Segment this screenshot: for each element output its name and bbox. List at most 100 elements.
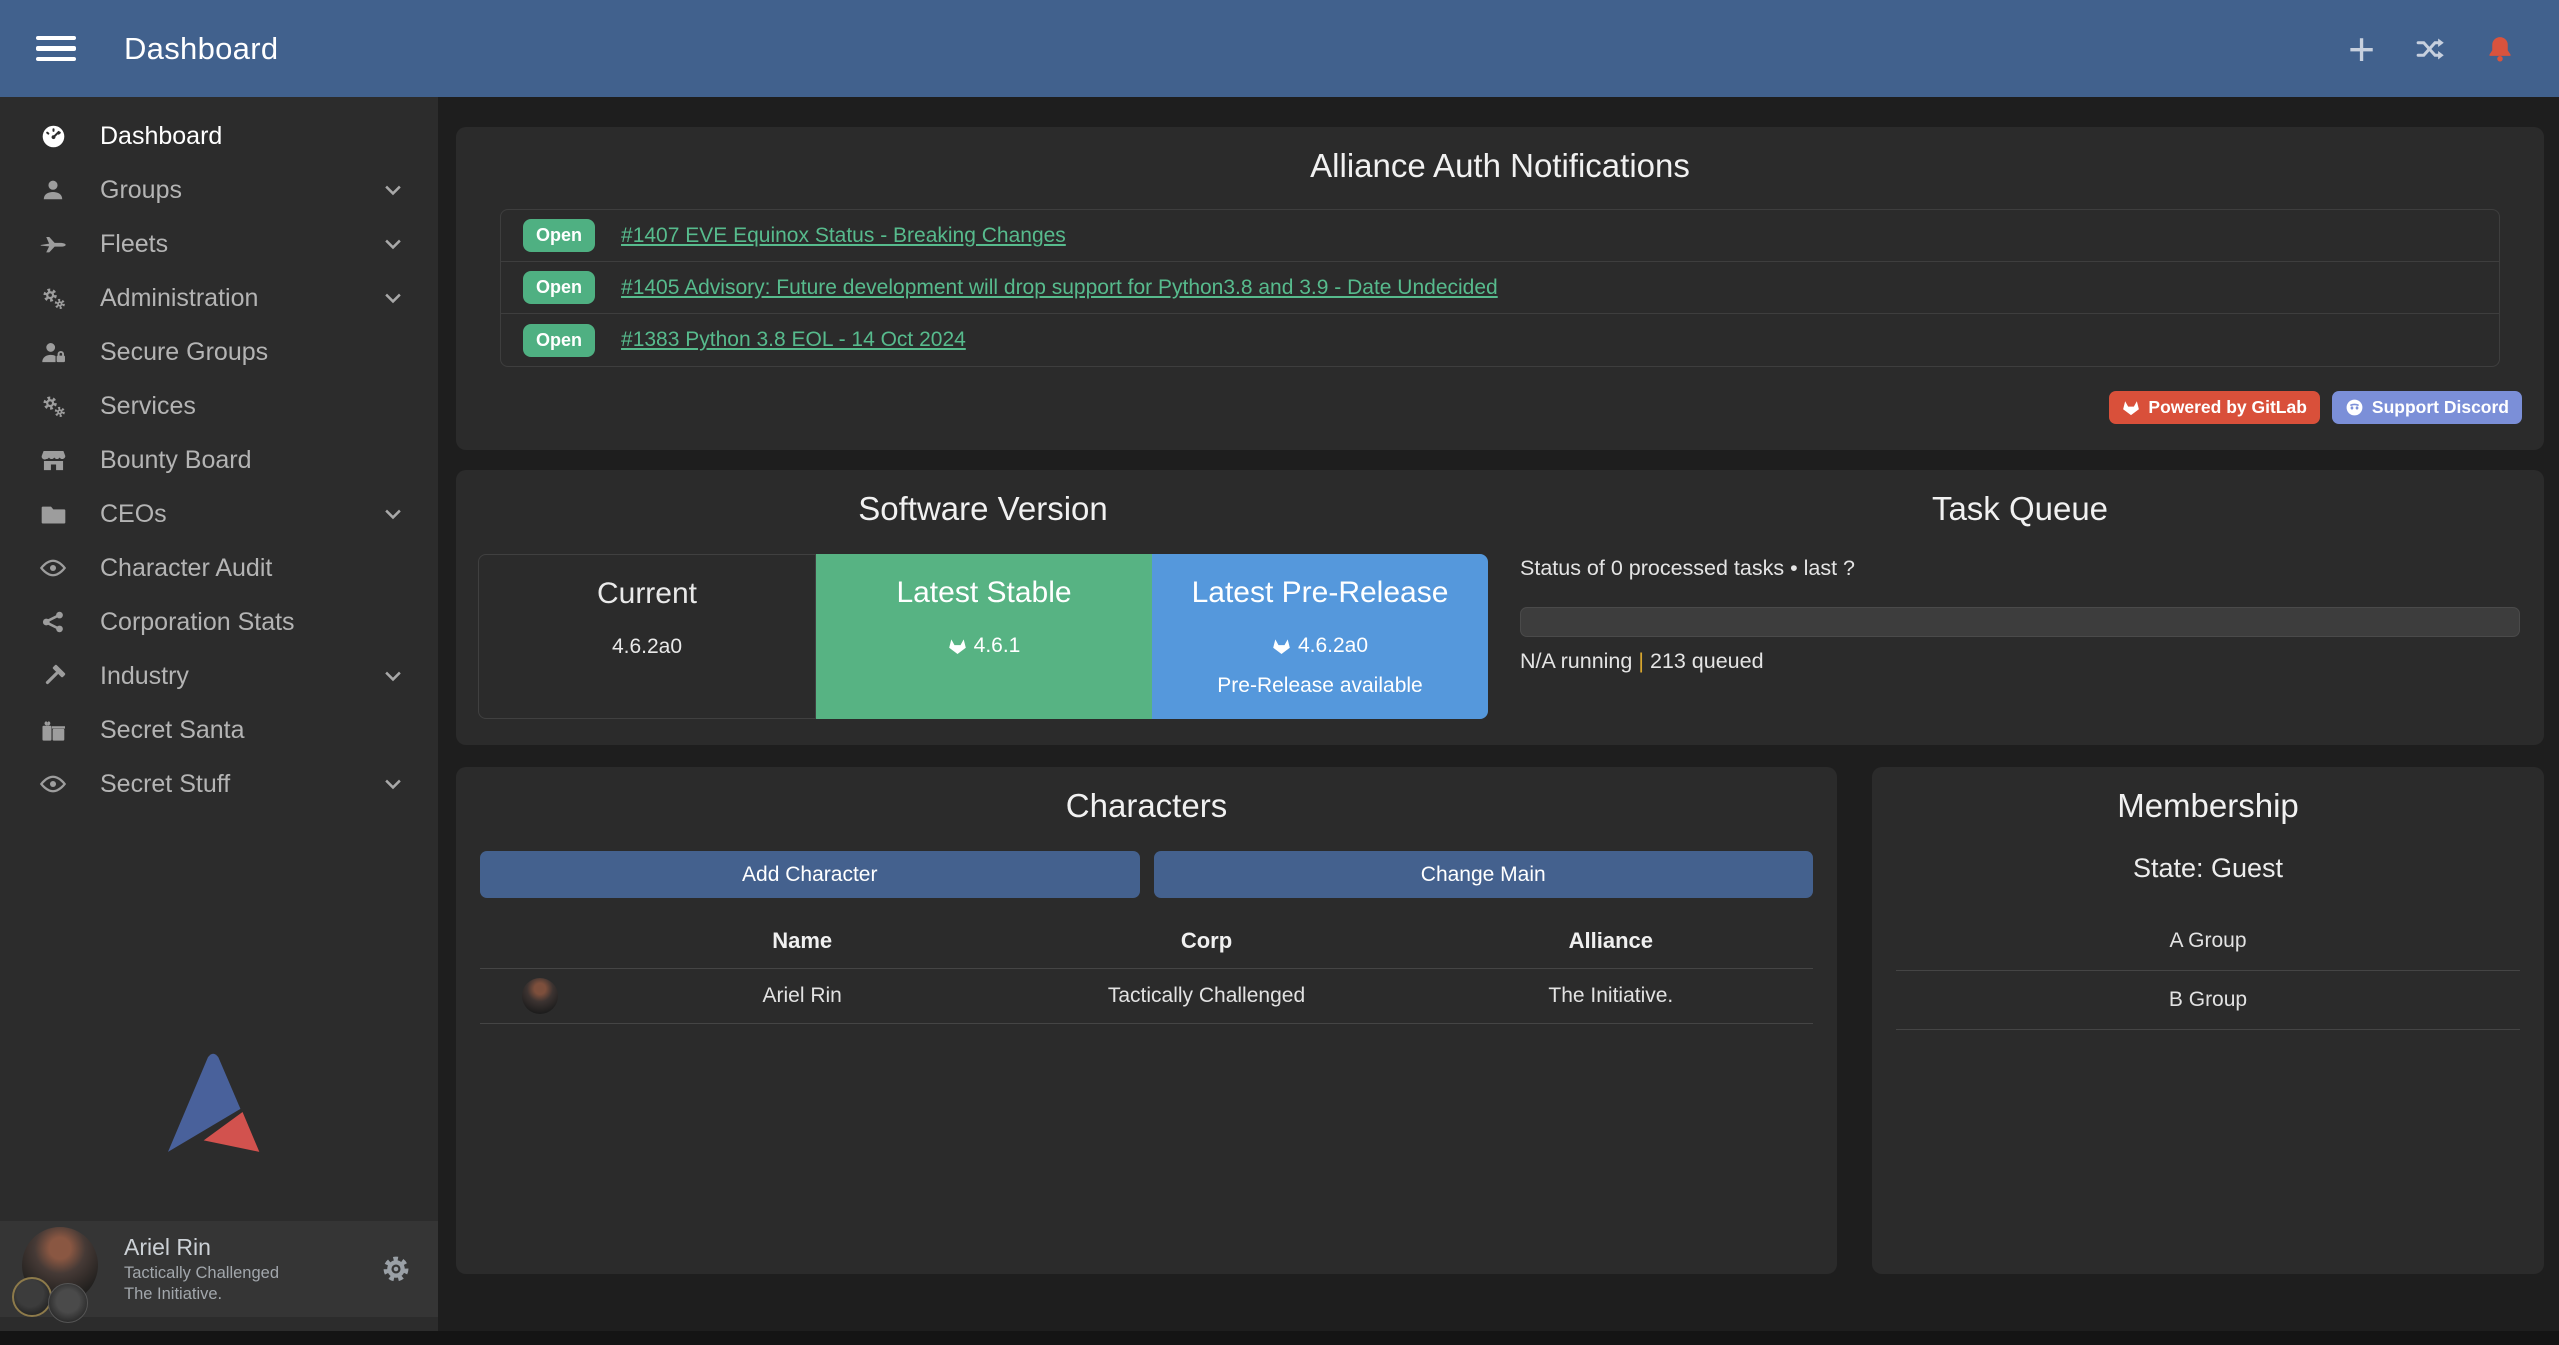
user-avatar bbox=[22, 1227, 102, 1311]
user-panel: Ariel Rin Tactically Challenged The Init… bbox=[0, 1221, 438, 1317]
notification-link[interactable]: #1405 Advisory: Future development will … bbox=[621, 276, 1498, 300]
sidebar-item-label: Administration bbox=[100, 284, 258, 313]
eye-icon bbox=[30, 554, 76, 582]
support-discord-badge[interactable]: Support Discord bbox=[2332, 391, 2522, 424]
bottom-edge bbox=[0, 1331, 2559, 1345]
sidebar-item-corporation-stats[interactable]: Corporation Stats bbox=[0, 595, 438, 649]
sidebar-item-secret-santa[interactable]: Secret Santa bbox=[0, 703, 438, 757]
characters-panel: Characters Add Character Change Main Nam… bbox=[456, 767, 1837, 1274]
notification-link[interactable]: #1407 EVE Equinox Status - Breaking Chan… bbox=[621, 224, 1066, 248]
notifications-list: Open #1407 EVE Equinox Status - Breaking… bbox=[500, 209, 2500, 367]
software-version-title: Software Version bbox=[478, 490, 1488, 528]
sidebar-item-bounty-board[interactable]: Bounty Board bbox=[0, 433, 438, 487]
task-queue-section: Task Queue Status of 0 processed tasks •… bbox=[1488, 490, 2520, 745]
user-corp: Tactically Challenged bbox=[124, 1263, 279, 1284]
alliance-auth-logo bbox=[155, 1049, 265, 1159]
sidebar-item-label: Services bbox=[100, 392, 196, 421]
software-version-section: Software Version Current 4.6.2a0 Latest … bbox=[478, 490, 1488, 745]
chevron-down-icon bbox=[382, 773, 404, 795]
hammer-icon bbox=[30, 663, 76, 690]
sidebar-item-label: Bounty Board bbox=[100, 446, 252, 475]
sidebar-item-label: Secret Santa bbox=[100, 716, 245, 745]
sidebar-item-label: Fleets bbox=[100, 230, 168, 259]
shuffle-icon[interactable] bbox=[2413, 34, 2447, 64]
characters-table-header: Name Corp Alliance bbox=[480, 912, 1813, 969]
sidebar-item-character-audit[interactable]: Character Audit bbox=[0, 541, 438, 595]
main-content: Alliance Auth Notifications Open #1407 E… bbox=[438, 97, 2559, 1331]
task-queue-status: Status of 0 processed tasks • last ? bbox=[1520, 556, 2520, 581]
sidebar-item-ceos[interactable]: CEOs bbox=[0, 487, 438, 541]
sidebar-item-label: CEOs bbox=[100, 500, 167, 529]
task-queue-counts: N/A running|213 queued bbox=[1520, 649, 2520, 674]
character-name: Ariel Rin bbox=[600, 984, 1004, 1008]
chevron-down-icon bbox=[382, 503, 404, 525]
gitlab-icon bbox=[2122, 399, 2140, 417]
list-item: B Group bbox=[1896, 971, 2520, 1030]
folder-icon bbox=[30, 501, 76, 528]
chevron-down-icon bbox=[382, 665, 404, 687]
powered-by-gitlab-badge[interactable]: Powered by GitLab bbox=[2109, 391, 2320, 424]
sidebar-item-label: Industry bbox=[100, 662, 189, 691]
column-corp: Corp bbox=[1004, 928, 1408, 954]
gears-icon bbox=[30, 393, 76, 420]
gauge-icon bbox=[30, 123, 76, 150]
column-name: Name bbox=[600, 928, 1004, 954]
notifications-title: Alliance Auth Notifications bbox=[500, 147, 2500, 185]
sidebar: Dashboard Groups Fleets Administra bbox=[0, 97, 438, 1331]
gears-icon bbox=[30, 285, 76, 312]
status-badge: Open bbox=[523, 219, 595, 252]
sidebar-item-services[interactable]: Services bbox=[0, 379, 438, 433]
eye-icon bbox=[30, 770, 76, 798]
notifications-panel: Alliance Auth Notifications Open #1407 E… bbox=[456, 127, 2544, 450]
hamburger-menu-icon[interactable] bbox=[36, 36, 76, 62]
sidebar-item-label: Character Audit bbox=[100, 554, 272, 583]
notification-row: Open #1407 EVE Equinox Status - Breaking… bbox=[501, 210, 2499, 262]
sidebar-item-label: Dashboard bbox=[100, 122, 222, 151]
sidebar-item-dashboard[interactable]: Dashboard bbox=[0, 109, 438, 163]
characters-title: Characters bbox=[480, 787, 1813, 825]
top-navbar: Dashboard + bbox=[0, 0, 2559, 97]
chevron-down-icon bbox=[382, 233, 404, 255]
add-character-button[interactable]: Add Character bbox=[480, 851, 1140, 898]
alliance-logo bbox=[48, 1283, 88, 1323]
discord-icon bbox=[2345, 398, 2364, 417]
gitlab-icon bbox=[948, 637, 967, 656]
sidebar-item-industry[interactable]: Industry bbox=[0, 649, 438, 703]
page-title: Dashboard bbox=[124, 31, 278, 67]
sidebar-item-secret-stuff[interactable]: Secret Stuff bbox=[0, 757, 438, 811]
status-badge: Open bbox=[523, 324, 595, 357]
sidebar-item-label: Secret Stuff bbox=[100, 770, 230, 799]
add-icon[interactable]: + bbox=[2348, 34, 2375, 64]
notification-row: Open #1405 Advisory: Future development … bbox=[501, 262, 2499, 314]
sidebar-item-label: Secure Groups bbox=[100, 338, 268, 367]
character-alliance: The Initiative. bbox=[1409, 984, 1813, 1008]
chevron-down-icon bbox=[382, 287, 404, 309]
version-box-current: Current 4.6.2a0 bbox=[478, 554, 816, 719]
table-row: Ariel Rin Tactically Challenged The Init… bbox=[480, 969, 1813, 1024]
fighter-jet-icon bbox=[30, 230, 76, 258]
membership-state: State: Guest bbox=[1896, 853, 2520, 884]
gifts-icon bbox=[30, 717, 76, 744]
share-nodes-icon bbox=[30, 609, 76, 635]
sidebar-item-administration[interactable]: Administration bbox=[0, 271, 438, 325]
sidebar-item-fleets[interactable]: Fleets bbox=[0, 217, 438, 271]
notification-row: Open #1383 Python 3.8 EOL - 14 Oct 2024 bbox=[501, 314, 2499, 366]
character-corp: Tactically Challenged bbox=[1004, 984, 1408, 1008]
notification-bell-icon[interactable] bbox=[2485, 33, 2515, 65]
change-main-button[interactable]: Change Main bbox=[1154, 851, 1814, 898]
membership-panel: Membership State: Guest A Group B Group bbox=[1872, 767, 2544, 1274]
corp-logo bbox=[12, 1277, 52, 1317]
settings-gear-icon[interactable] bbox=[380, 1253, 412, 1285]
task-queue-title: Task Queue bbox=[1520, 490, 2520, 528]
navbar-actions: + bbox=[2348, 33, 2515, 65]
membership-title: Membership bbox=[1896, 787, 2520, 825]
version-box-group: Current 4.6.2a0 Latest Stable 4.6.1 Late… bbox=[478, 554, 1488, 719]
sidebar-item-secure-groups[interactable]: Secure Groups bbox=[0, 325, 438, 379]
status-badge: Open bbox=[523, 271, 595, 304]
user-name: Ariel Rin bbox=[124, 1233, 279, 1263]
notification-link[interactable]: #1383 Python 3.8 EOL - 14 Oct 2024 bbox=[621, 328, 966, 352]
sidebar-item-groups[interactable]: Groups bbox=[0, 163, 438, 217]
user-icon bbox=[30, 177, 76, 203]
gitlab-icon bbox=[1272, 637, 1291, 656]
task-queue-progressbar bbox=[1520, 607, 2520, 637]
